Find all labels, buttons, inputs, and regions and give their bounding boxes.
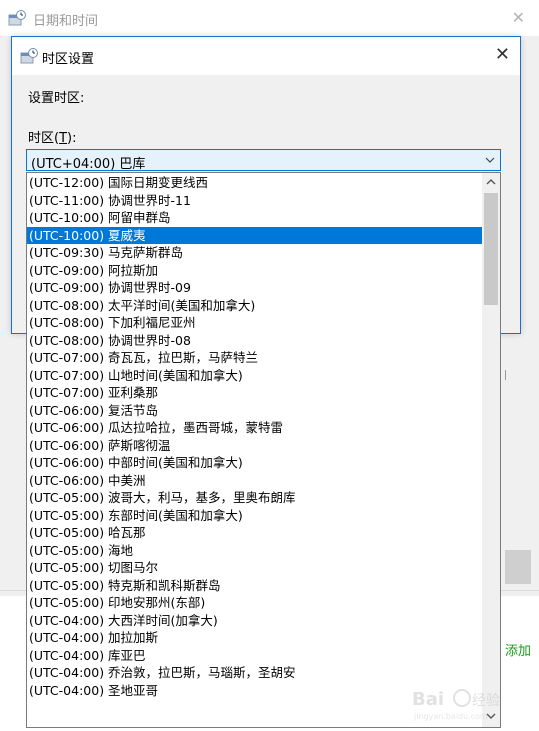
timezone-option[interactable]: (UTC-07:00) 亚利桑那	[27, 384, 483, 402]
timezone-option[interactable]: (UTC-05:00) 印地安那州(东部)	[27, 594, 483, 612]
dialog-titlebar: 时区设置 ✕	[12, 37, 520, 75]
scrollbar-thumb[interactable]	[484, 193, 498, 305]
timezone-option[interactable]: (UTC-06:00) 瓜达拉哈拉，墨西哥城，蒙特雷	[27, 419, 483, 437]
timezone-label-suffix: ):	[67, 131, 77, 146]
dropdown-scrollbar[interactable]	[482, 173, 500, 727]
timezone-label-prefix: 时区(	[28, 131, 60, 146]
timezone-option-selected[interactable]: (UTC-10:00) 夏威夷	[27, 226, 483, 244]
clock-calendar-icon	[20, 48, 38, 64]
timezone-options: (UTC-12:00) 国际日期变更线西 (UTC-11:00) 协调世界时-11…	[27, 174, 483, 699]
timezone-option[interactable]: (UTC-05:00) 东部时间(美国和加拿大)	[27, 507, 483, 525]
svg-text:jingyan.baidu.com: jingyan.baidu.com	[413, 712, 488, 721]
timezone-option[interactable]: (UTC-12:00) 国际日期变更线西	[27, 174, 483, 192]
separator	[505, 370, 506, 380]
scroll-up-arrow-icon[interactable]	[485, 177, 497, 187]
close-icon[interactable]: ✕	[495, 44, 510, 65]
timezone-option[interactable]: (UTC-09:00) 阿拉斯加	[27, 262, 483, 280]
timezone-option[interactable]: (UTC-07:00) 山地时间(美国和加拿大)	[27, 367, 483, 385]
timezone-option[interactable]: (UTC-08:00) 下加利福尼亚州	[27, 314, 483, 332]
timezone-option[interactable]: (UTC-04:00) 加拉加斯	[27, 629, 483, 647]
timezone-option[interactable]: (UTC-06:00) 中美洲	[27, 472, 483, 490]
svg-text:经验: 经验	[472, 693, 500, 709]
close-icon[interactable]: ✕	[512, 8, 525, 27]
timezone-option[interactable]: (UTC-04:00) 大西洋时间(加拿大)	[27, 612, 483, 630]
svg-text:Bai: Bai	[412, 689, 444, 710]
clock-calendar-icon	[8, 10, 26, 26]
timezone-option[interactable]: (UTC-10:00) 阿留申群岛	[27, 209, 483, 227]
timezone-option[interactable]: (UTC-05:00) 哈瓦那	[27, 524, 483, 542]
timezone-option[interactable]: (UTC-08:00) 协调世界时-08	[27, 332, 483, 350]
timezone-combobox[interactable]: (UTC+04:00) 巴库	[26, 149, 501, 172]
timezone-label: 时区(T):	[28, 127, 76, 146]
timezone-option[interactable]: (UTC-04:00) 库亚巴	[27, 647, 483, 665]
timezone-dropdown-list[interactable]: (UTC-12:00) 国际日期变更线西 (UTC-11:00) 协调世界时-11…	[26, 172, 501, 728]
timezone-option[interactable]: (UTC-05:00) 波哥大，利马，基多，里奥布朗库	[27, 489, 483, 507]
add-clock-link[interactable]: 添加	[505, 640, 531, 659]
timezone-option[interactable]: (UTC-09:00) 协调世界时-09	[27, 279, 483, 297]
timezone-option[interactable]: (UTC-06:00) 中部时间(美国和加拿大)	[27, 454, 483, 472]
timezone-option[interactable]: (UTC-04:00) 乔治敦，拉巴斯，马瑙斯，圣胡安	[27, 664, 483, 682]
back-button-edge[interactable]	[505, 550, 531, 584]
timezone-selected-value: (UTC+04:00) 巴库	[31, 157, 146, 172]
timezone-option[interactable]: (UTC-06:00) 复活节岛	[27, 402, 483, 420]
baidu-watermark-logo: Bai 经验 jingyan.baidu.com	[412, 689, 500, 721]
timezone-option[interactable]: (UTC-11:00) 协调世界时-11	[27, 192, 483, 210]
date-time-titlebar: 日期和时间 ✕	[0, 0, 539, 36]
timezone-option[interactable]: (UTC-07:00) 奇瓦瓦，拉巴斯，马萨特兰	[27, 349, 483, 367]
dialog-title: 时区设置	[42, 52, 95, 67]
timezone-option[interactable]: (UTC-09:30) 马克萨斯群岛	[27, 244, 483, 262]
chevron-down-icon[interactable]	[484, 154, 496, 166]
set-timezone-label: 设置时区:	[28, 91, 85, 106]
timezone-option[interactable]: (UTC-05:00) 特克斯和凯科斯群岛	[27, 577, 483, 595]
timezone-option[interactable]: (UTC-08:00) 太平洋时间(美国和加拿大)	[27, 297, 483, 315]
timezone-option[interactable]: (UTC-05:00) 切图马尔	[27, 559, 483, 577]
timezone-option[interactable]: (UTC-05:00) 海地	[27, 542, 483, 560]
timezone-label-accesskey: T	[59, 131, 68, 146]
timezone-option[interactable]: (UTC-06:00) 萨斯喀彻温	[27, 437, 483, 455]
date-time-title: 日期和时间	[33, 14, 99, 29]
